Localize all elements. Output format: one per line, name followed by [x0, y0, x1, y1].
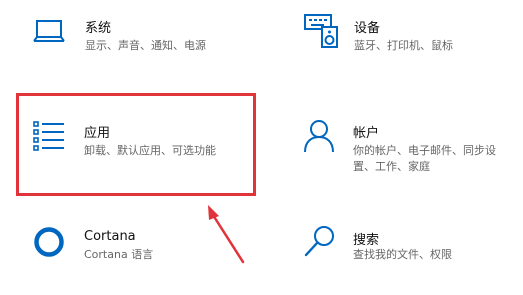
tile-cortana-desc: Cortana 语言 — [84, 248, 154, 261]
tile-system-desc: 显示、声音、通知、电源 — [85, 39, 206, 52]
annotation-arrow-icon — [208, 205, 245, 264]
highlight-box — [16, 93, 256, 196]
tile-devices-title: 设备 — [354, 21, 381, 36]
tile-devices-desc: 蓝牙、打印机、鼠标 — [354, 39, 453, 52]
tile-accounts-desc-line-1: 你的帐户、电子邮件、同步设 — [353, 144, 496, 157]
tile-cortana-title: Cortana — [84, 229, 136, 244]
cortana-ring-icon — [34, 227, 64, 257]
keyboard-devices-icon — [304, 14, 338, 48]
tile-accounts-desc-line-2: 置、工作、家庭 — [353, 160, 430, 173]
person-icon — [304, 120, 334, 153]
tile-search-desc: 查找我的文件、权限 — [353, 248, 452, 261]
laptop-icon — [33, 20, 65, 42]
tile-accounts-title: 帐户 — [353, 126, 380, 141]
search-icon — [304, 226, 334, 257]
tile-system-title: 系统 — [85, 21, 112, 36]
